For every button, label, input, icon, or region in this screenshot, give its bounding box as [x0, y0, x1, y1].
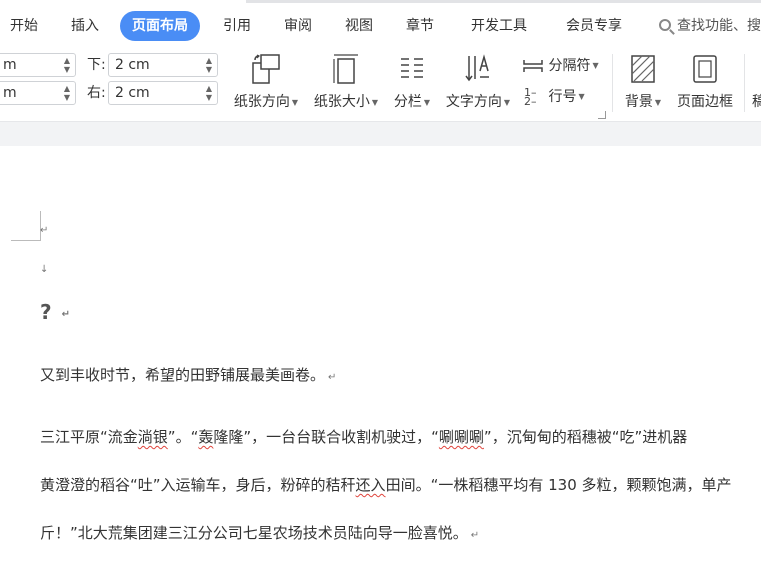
paragraph-mark-icon: ↵: [61, 309, 70, 320]
dropdown-caret-icon: ▼: [371, 97, 379, 107]
right-margin-value: 2 cm: [115, 85, 150, 101]
spelling-flag[interactable]: 唰唰唰: [439, 428, 484, 446]
left-margin-value: m: [3, 85, 17, 101]
dropdown-caret-icon: ▼: [423, 97, 431, 107]
spinner-arrows-icon[interactable]: ▲ ▼: [205, 84, 213, 102]
paragraph-2: 三江平原“流金淌银”。“轰隆隆”，一台台联合收割机驶过，“唰唰唰”，沉甸甸的稻穗…: [40, 428, 688, 446]
line-numbers-button[interactable]: 1– 2– 行号 ▼: [524, 86, 585, 108]
spelling-flag[interactable]: 淌银: [138, 428, 168, 446]
columns-button[interactable]: 分栏 ▼: [390, 53, 434, 111]
dropdown-caret-icon: ▼: [654, 97, 662, 107]
tab-page-layout[interactable]: 页面布局: [120, 11, 200, 41]
spelling-flag[interactable]: 还入: [356, 476, 386, 494]
text-direction-label: 文字方向: [445, 94, 502, 110]
paragraph-3: 黄澄澄的稻谷“吐”入运输车，身后，粉碎的秸秆还入田间。“一株稻穗平均有 130 …: [40, 476, 732, 494]
tab-home[interactable]: 开始: [10, 11, 38, 41]
page-border-icon: [693, 55, 717, 83]
tab-references[interactable]: 引用: [223, 11, 251, 41]
line-numbers-label: 行号: [548, 89, 577, 105]
paragraph-mark-icon: ↵: [40, 225, 49, 236]
spelling-flag[interactable]: 轰: [198, 428, 213, 446]
tab-review[interactable]: 审阅: [284, 11, 312, 41]
dropdown-caret-icon: ▼: [503, 97, 511, 107]
paragraph-mark-icon: ↵: [470, 530, 480, 541]
margin-corner-mark: [11, 240, 41, 241]
manuscript-icon: [752, 53, 761, 85]
tab-developer[interactable]: 开发工具: [471, 11, 527, 41]
breaks-button[interactable]: 分隔符 ▼: [522, 55, 599, 77]
columns-label: 分栏: [393, 94, 422, 110]
line-numbers-icon: 1– 2–: [524, 86, 537, 108]
page-setup-launcher-icon[interactable]: [598, 111, 606, 119]
spinner-arrows-icon[interactable]: ▲ ▼: [63, 56, 71, 74]
ribbon-separator: [612, 54, 613, 112]
columns-icon: [401, 58, 423, 78]
unknown-char: ? ↵: [40, 300, 70, 324]
bottom-margin-value: 2 cm: [115, 57, 150, 73]
right-margin-input[interactable]: 2 cm ▲ ▼: [108, 81, 218, 105]
paragraph-4: 斤！”北大荒集团建三江分公司七星农场技术员陆向导一脸喜悦。 ↵: [40, 522, 480, 547]
page-border-label: 页面边框: [677, 94, 733, 110]
tab-member[interactable]: 会员专享: [566, 11, 622, 41]
tab-view[interactable]: 视图: [345, 11, 373, 41]
manuscript-label: 稿: [752, 94, 761, 110]
background-button[interactable]: 背景 ▼: [618, 53, 668, 111]
spinner-arrows-icon[interactable]: ▲ ▼: [63, 84, 71, 102]
page-size-button[interactable]: 纸张大小 ▼: [310, 53, 382, 111]
page-size-label: 纸张大小: [313, 94, 370, 110]
spinner-arrows-icon[interactable]: ▲ ▼: [205, 56, 213, 74]
ribbon-tabs: 开始 插入 页面布局 引用 审阅 视图 章节 开发工具 会员专享: [0, 11, 761, 41]
tab-insert[interactable]: 插入: [71, 11, 99, 41]
ribbon-separator: [744, 54, 745, 112]
paragraph-text: 又到丰收时节，希望的田野铺展最美画卷。: [40, 366, 326, 384]
top-margin-input[interactable]: m ▲ ▼: [0, 53, 76, 77]
window-top-strip: [0, 0, 761, 4]
bottom-margin-label: 下:: [87, 57, 106, 73]
page-size-icon: [333, 54, 358, 84]
text-direction-icon: [465, 54, 489, 82]
right-margin-label: 右:: [87, 85, 106, 101]
orientation-button[interactable]: 纸张方向 ▼: [230, 53, 302, 111]
orientation-icon: [252, 54, 280, 84]
text-direction-button[interactable]: 文字方向 ▼: [442, 53, 514, 111]
title-bar-edge: [246, 0, 761, 3]
paragraph-mark-icon: ↓: [40, 264, 49, 275]
ruler-area: [0, 121, 761, 146]
left-margin-input[interactable]: m ▲ ▼: [0, 81, 76, 105]
dropdown-caret-icon: ▼: [291, 97, 299, 107]
breaks-icon: [523, 60, 543, 72]
dropdown-caret-icon: ▼: [578, 92, 585, 101]
breaks-label: 分隔符: [548, 58, 591, 74]
orientation-label: 纸张方向: [233, 94, 290, 110]
search-text: 查找功能、搜: [677, 18, 761, 34]
paragraph-1: 又到丰收时节，希望的田野铺展最美画卷。 ↵: [40, 364, 337, 389]
manuscript-button[interactable]: 稿: [752, 53, 761, 111]
dropdown-caret-icon: ▼: [592, 61, 599, 70]
top-margin-value: m: [3, 57, 17, 73]
feature-search[interactable]: 查找功能、搜: [659, 11, 761, 41]
search-icon: [659, 19, 671, 31]
tab-sections[interactable]: 章节: [406, 11, 434, 41]
page-border-button[interactable]: 页面边框: [672, 53, 738, 111]
background-label: 背景: [624, 94, 653, 110]
bottom-margin-input[interactable]: 2 cm ▲ ▼: [108, 53, 218, 77]
background-icon: [631, 55, 655, 83]
paragraph-mark-icon: ↵: [328, 372, 337, 383]
paragraph-text: 斤！”北大荒集团建三江分公司七星农场技术员陆向导一脸喜悦。: [40, 524, 468, 542]
